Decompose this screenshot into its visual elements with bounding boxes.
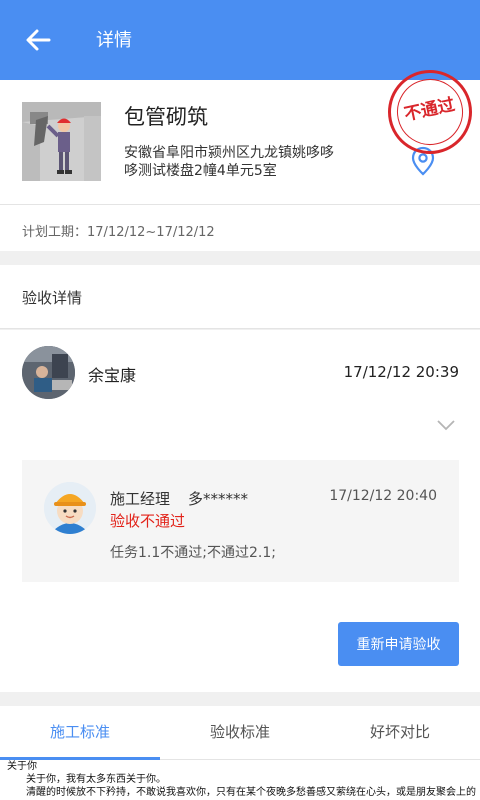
page-title: 详情 [96,30,132,51]
content-paragraph: 清醒的时候放不下矜持，不敢说我喜欢你，只有在某个夜晚多愁善感又萦绕在心头，或是朋… [26,787,476,798]
content-heading: 关于你 [7,761,37,772]
section-header: 验收详情 [0,265,480,329]
review-time: 17/12/12 20:40 [329,488,437,504]
inspector-name: 余宝康 [88,366,137,385]
tab-acceptance-standard[interactable]: 验收标准 [160,706,320,760]
record-time: 17/12/12 20:39 [343,363,459,381]
reviewer-role: 施工经理 [110,490,171,508]
inspection-record: 余宝康 17/12/12 20:39 施工经理 多****** 17/12/12… [0,330,480,692]
avatar [22,346,75,399]
plan-row: 计划工期：17/12/12~17/12/12 [0,205,480,251]
reapply-inspection-button[interactable]: 重新申请验收 [338,622,459,666]
project-title: 包管砌筑 [124,105,208,129]
project-address: 安徽省阜阳市颍州区九龙镇姚哆哆哆测试楼盘2幢4单元5室 [124,145,334,179]
review-detail: 任务1.1不通过;不通过2.1; [110,545,276,561]
worker-avatar [44,482,96,534]
standard-content: 关于你 关于你，我有太多东西关于你。 清醒的时候放不下矜持，不敢说我喜欢你，只有… [0,760,480,800]
review-box: 施工经理 多****** 17/12/12 20:40 验收不通过 任务1.1不… [22,460,459,582]
review-status: 验收不通过 [110,512,186,530]
standards-tabs: 施工标准 验收标准 好坏对比 [0,706,480,760]
plan-label: 计划工期： [22,225,88,240]
tab-construction-standard[interactable]: 施工标准 [0,706,160,760]
reviewer-name: 多****** [188,490,249,508]
project-thumbnail [22,102,101,181]
chevron-down-icon[interactable] [436,418,456,432]
plan-period: 计划工期：17/12/12~17/12/12 [22,221,215,240]
content-paragraph: 关于你，我有太多东西关于你。 [26,774,166,785]
tab-comparison[interactable]: 好坏对比 [320,706,480,760]
app-bar: 详情 [0,0,480,80]
back-arrow-icon[interactable] [22,24,54,56]
plan-value: 17/12/12~17/12/12 [87,225,215,240]
section-title: 验收详情 [22,289,83,307]
